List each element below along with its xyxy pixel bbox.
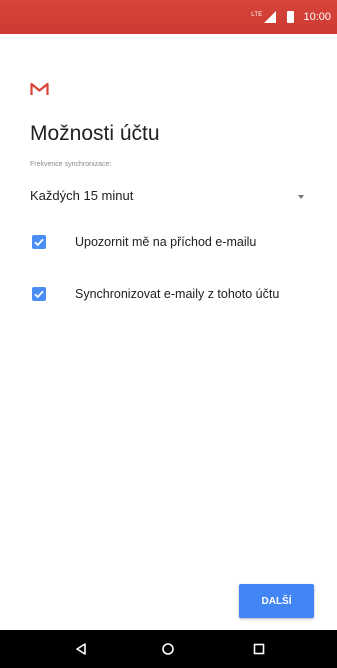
recents-icon xyxy=(253,643,265,655)
home-icon xyxy=(162,643,174,655)
notify-checkbox[interactable] xyxy=(32,235,46,249)
notify-label: Upozornit mě na příchod e-mailu xyxy=(75,235,257,249)
signal-icon xyxy=(264,11,277,23)
dropdown-arrow-icon xyxy=(298,195,304,199)
back-icon xyxy=(76,643,86,655)
sync-option[interactable]: Synchronizovat e-maily z tohoto účtu xyxy=(30,284,330,304)
status-bar: LTE 10:00 xyxy=(0,0,337,34)
sync-frequency-dropdown[interactable]: Každých 15 minut xyxy=(30,185,306,207)
sync-label: Synchronizovat e-maily z tohoto účtu xyxy=(75,287,280,301)
sync-frequency-value: Každých 15 minut xyxy=(30,188,134,203)
check-icon xyxy=(34,238,44,247)
page-title: Možnosti účtu xyxy=(30,122,160,145)
back-button[interactable] xyxy=(61,630,101,668)
sync-frequency-label: Frekvence synchronizace: xyxy=(30,161,112,168)
clock: 10:00 xyxy=(303,11,331,23)
navigation-bar xyxy=(0,630,337,668)
network-type: LTE xyxy=(251,11,263,18)
status-icons: LTE 10:00 xyxy=(251,0,331,34)
check-icon xyxy=(34,290,44,299)
home-button[interactable] xyxy=(148,630,188,668)
battery-icon xyxy=(287,11,295,23)
next-button[interactable]: DALŠÍ xyxy=(239,584,314,618)
gmail-icon xyxy=(30,82,49,95)
notify-option[interactable]: Upozornit mě na příchod e-mailu xyxy=(30,232,330,252)
sync-checkbox[interactable] xyxy=(32,287,46,301)
recents-button[interactable] xyxy=(239,630,279,668)
